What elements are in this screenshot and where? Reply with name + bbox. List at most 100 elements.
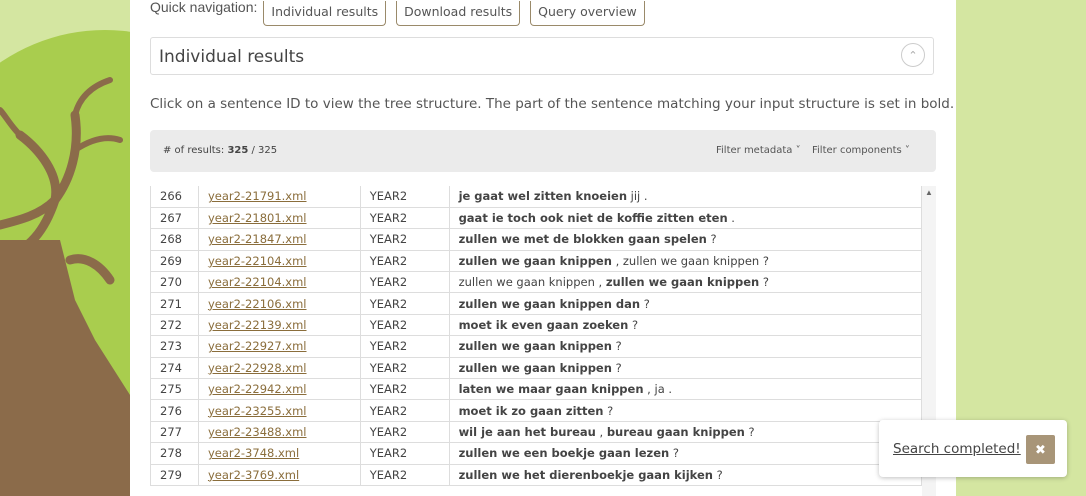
row-number: 274 (150, 356, 199, 380)
sentence-text: ? (759, 275, 769, 290)
quick-navigation: Quick navigation: Individual results Dow… (150, 0, 655, 26)
close-icon[interactable]: ✖ (1026, 435, 1055, 464)
sentence-text: ? (744, 424, 755, 439)
sentence-text: ? (713, 467, 723, 482)
sentence-id-cell: year2-3769.xml (197, 463, 361, 486)
sentence-cell: gaat ie toch ook niet de koffie zitten e… (448, 206, 923, 230)
scroll-up-icon[interactable]: ▲ (925, 188, 933, 197)
results-table: 266 year2-21791.xml YEAR2 je gaat wel zitte… (150, 186, 923, 486)
row-number: 279 (150, 463, 199, 486)
sentence-id-link[interactable]: year2-23488.xml (208, 425, 307, 439)
sentence-id-link[interactable]: year2-22139.xml (208, 318, 307, 332)
row-number: 267 (150, 206, 199, 230)
sentence-id-cell: year2-22104.xml (197, 271, 361, 294)
sentence-id-cell: year2-23255.xml (197, 399, 361, 422)
sentence-id-cell: year2-22942.xml (197, 378, 361, 401)
table-row: 267 year2-21801.xml YEAR2 gaat ie toch ook … (150, 206, 923, 230)
sentence-id-cell: year2-3748.xml (197, 442, 361, 465)
year-cell: YEAR2 (359, 249, 450, 273)
sentence-cell: zullen we met de blokken gaan spelen ? (448, 228, 923, 251)
sentence-id-link[interactable]: year2-3748.xml (208, 446, 299, 460)
row-number: 277 (150, 420, 199, 444)
filter-metadata-dropdown[interactable]: Filter metadata ˅ (716, 145, 801, 156)
sentence-id-link[interactable]: year2-22104.xml (208, 275, 307, 289)
sentence-cell: je gaat wel zitten knoeien jij . (448, 186, 923, 208)
sentence-id-link[interactable]: year2-21801.xml (208, 211, 307, 225)
sentence-cell: moet ik zo gaan zitten ? (448, 399, 923, 422)
matched-text: zullen we gaan knippen (458, 253, 612, 268)
sentence-text: ? (669, 446, 679, 461)
sentence-cell: zullen we gaan knippen ? (448, 356, 923, 380)
sentence-id-link[interactable]: year2-22106.xml (208, 297, 307, 311)
table-row: 272 year2-22139.xml YEAR2 moet ik even gaan… (150, 313, 923, 337)
sentence-id-link[interactable]: year2-22104.xml (208, 254, 307, 268)
search-completed-toast: Search completed! ✖ (879, 420, 1067, 477)
matched-text: moet ik even gaan zoeken (458, 318, 629, 333)
sentence-id-cell: year2-22106.xml (197, 292, 361, 315)
sentence-id-cell: year2-21801.xml (197, 206, 361, 230)
sentence-text: ? (611, 339, 622, 354)
nav-individual-results-button[interactable]: Individual results (263, 0, 387, 26)
sentence-cell: zullen we gaan knippen dan ? (448, 292, 923, 315)
nav-query-overview-button[interactable]: Query overview (530, 0, 645, 26)
table-row: 274 year2-22928.xml YEAR2 zullen we gaan kn… (150, 356, 923, 380)
sentence-id-link[interactable]: year2-21847.xml (208, 232, 307, 246)
sentence-id-cell: year2-23488.xml (197, 420, 361, 444)
sentence-id-link[interactable]: year2-22942.xml (208, 382, 307, 396)
table-row: 268 year2-21847.xml YEAR2 zullen we met de … (150, 228, 923, 251)
sentence-id-cell: year2-22104.xml (197, 249, 361, 273)
table-row: 279 year2-3769.xml YEAR2 zullen we het dier… (150, 463, 923, 486)
sentence-id-link[interactable]: year2-3769.xml (208, 468, 299, 482)
section-title: Individual results (159, 47, 305, 67)
year-cell: YEAR2 (359, 356, 450, 380)
individual-results-header[interactable]: Individual results ⌃ (150, 37, 934, 75)
nav-download-results-button[interactable]: Download results (396, 0, 521, 26)
year-cell: YEAR2 (359, 463, 450, 486)
matched-text: zullen we gaan knippen dan (458, 296, 641, 311)
sentence-cell: zullen we gaan knippen , zullen we gaan … (448, 249, 923, 273)
sentence-text: ? (611, 360, 622, 375)
year-cell: YEAR2 (359, 228, 450, 251)
sentence-text: , ja . (643, 382, 673, 397)
sentence-text: jij . (627, 189, 648, 204)
sentence-text: , (595, 424, 607, 439)
row-number: 271 (150, 292, 199, 315)
matched-text: bureau gaan knippen (606, 424, 745, 439)
table-row: 273 year2-22927.xml YEAR2 zullen we gaan kn… (150, 335, 923, 358)
year-cell: YEAR2 (359, 335, 450, 358)
results-panel: Quick navigation: Individual results Dow… (130, 0, 956, 496)
sentence-id-link[interactable]: year2-21791.xml (208, 189, 307, 203)
sentence-id-cell: year2-22927.xml (197, 335, 361, 358)
sentence-cell: moet ik even gaan zoeken ? (448, 313, 923, 337)
sentence-text: ? (628, 318, 639, 333)
filter-components-dropdown[interactable]: Filter components ˅ (812, 145, 910, 156)
sentence-id-cell: year2-22139.xml (197, 313, 361, 337)
matched-text: zullen we met de blokken gaan spelen (458, 232, 707, 247)
sentence-id-link[interactable]: year2-23255.xml (208, 404, 307, 418)
sentence-cell: zullen we gaan knippen , zullen we gaan … (448, 271, 923, 294)
sentence-cell: zullen we het dierenboekje gaan kijken ? (448, 463, 923, 486)
year-cell: YEAR2 (359, 313, 450, 337)
matched-text: zullen we het dierenboekje gaan kijken (458, 467, 713, 482)
sentence-cell: zullen we gaan knippen ? (448, 335, 923, 358)
row-number: 278 (150, 442, 199, 465)
sentence-cell: wil je aan het bureau , bureau gaan knip… (448, 420, 923, 444)
chevron-up-icon[interactable]: ⌃ (901, 43, 925, 67)
matched-text: gaat ie toch ook niet de koffie zitten e… (458, 211, 728, 226)
sentence-id-link[interactable]: year2-22927.xml (208, 339, 307, 353)
year-cell: YEAR2 (359, 442, 450, 465)
row-number: 266 (150, 186, 199, 208)
sentence-id-link[interactable]: year2-22928.xml (208, 361, 307, 375)
year-cell: YEAR2 (359, 206, 450, 230)
year-cell: YEAR2 (359, 378, 450, 401)
toast-message[interactable]: Search completed! (893, 441, 1021, 457)
row-number: 268 (150, 228, 199, 251)
row-number: 276 (150, 399, 199, 422)
table-row: 271 year2-22106.xml YEAR2 zullen we gaan kn… (150, 292, 923, 315)
sentence-text: ? (706, 232, 717, 247)
matched-text: zullen we gaan knippen (458, 339, 612, 354)
matched-text: wil je aan het bureau (458, 424, 596, 439)
results-table-container[interactable]: 266 year2-21791.xml YEAR2 je gaat wel zitte… (150, 186, 936, 496)
year-cell: YEAR2 (359, 186, 450, 208)
table-row: 270 year2-22104.xml YEAR2 zullen we gaan kn… (150, 271, 923, 294)
